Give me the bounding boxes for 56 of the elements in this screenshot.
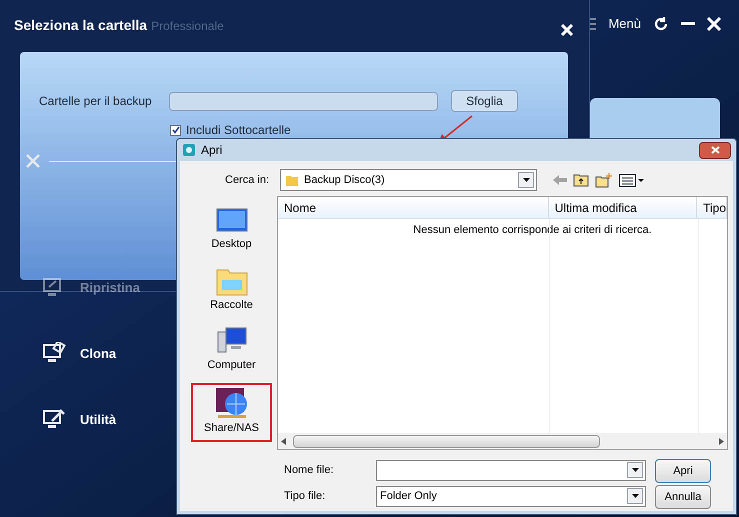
column-header[interactable]: Nome [278,197,549,218]
minimize-icon[interactable] [681,22,695,26]
field-label: Cartelle per il backup [39,93,153,110]
look-in-value: Backup Disco(3) [304,172,385,188]
app-icon [182,143,196,157]
horizontal-scrollbar[interactable] [278,433,727,449]
dropdown-button[interactable] [518,172,534,188]
place-label: Raccolte [210,298,253,312]
checkbox-label: Includi Sottocartelle [186,122,291,139]
monitor-globe-icon [214,386,248,418]
dialog-button[interactable]: Apri [655,459,711,483]
combo-field[interactable]: Folder Only [376,486,646,506]
column-header[interactable]: Ultima modifica [548,197,698,218]
scroll-right-icon[interactable] [719,438,724,444]
caret-icon [632,494,638,498]
scroll-left-icon[interactable] [281,438,286,444]
checkbox[interactable] [170,124,181,136]
place-item[interactable]: Computer [191,322,272,380]
dialog-title: Apri [201,142,222,159]
menu-label[interactable]: Menù [608,14,641,34]
column-header[interactable]: Tipo [697,197,727,218]
nav-item[interactable]: Clona [80,344,116,364]
look-in-combo[interactable]: Backup Disco(3) [280,169,537,191]
view-menu-icon[interactable] [619,174,645,186]
field-label: Nome file: [284,462,335,478]
combo-field[interactable] [376,460,646,480]
refresh-icon[interactable] [653,16,669,32]
scrollbar-thumb[interactable] [293,434,600,448]
close-icon[interactable] [707,16,721,31]
caret-icon [632,468,638,472]
place-label: Share/NAS [204,420,260,436]
place-item[interactable]: Desktop [191,203,272,258]
nav-item[interactable]: Utilità [80,410,116,430]
new-folder-icon[interactable] [595,172,613,188]
combo-value: Folder Only [380,488,437,504]
empty-message: Nessun elemento corrisponde ai criteri di ricerca. [413,223,652,238]
browse-button[interactable]: Sfoglia [451,90,518,112]
field-label: Tipo file: [284,488,326,504]
close-icon [710,146,720,154]
place-item[interactable]: Raccolte [191,262,272,319]
look-in-label: Cerca in: [225,172,270,188]
folder-icon [285,173,299,187]
dialog-title: Seleziona la cartella [14,16,148,35]
up-folder-icon[interactable] [573,173,589,187]
app-subtitle: Professionale [151,18,224,34]
caret-icon [522,178,530,182]
place-item[interactable]: Share/NAS [191,382,272,442]
close-icon[interactable] [561,24,573,36]
check-icon [172,126,180,134]
dropdown-button[interactable] [627,488,643,504]
dialog-button[interactable]: Annulla [655,485,711,509]
folder-input[interactable] [169,92,438,110]
close-button[interactable] [699,142,731,158]
place-label: Desktop [211,237,252,252]
place-label: Computer [207,358,256,373]
dropdown-button[interactable] [627,462,643,478]
